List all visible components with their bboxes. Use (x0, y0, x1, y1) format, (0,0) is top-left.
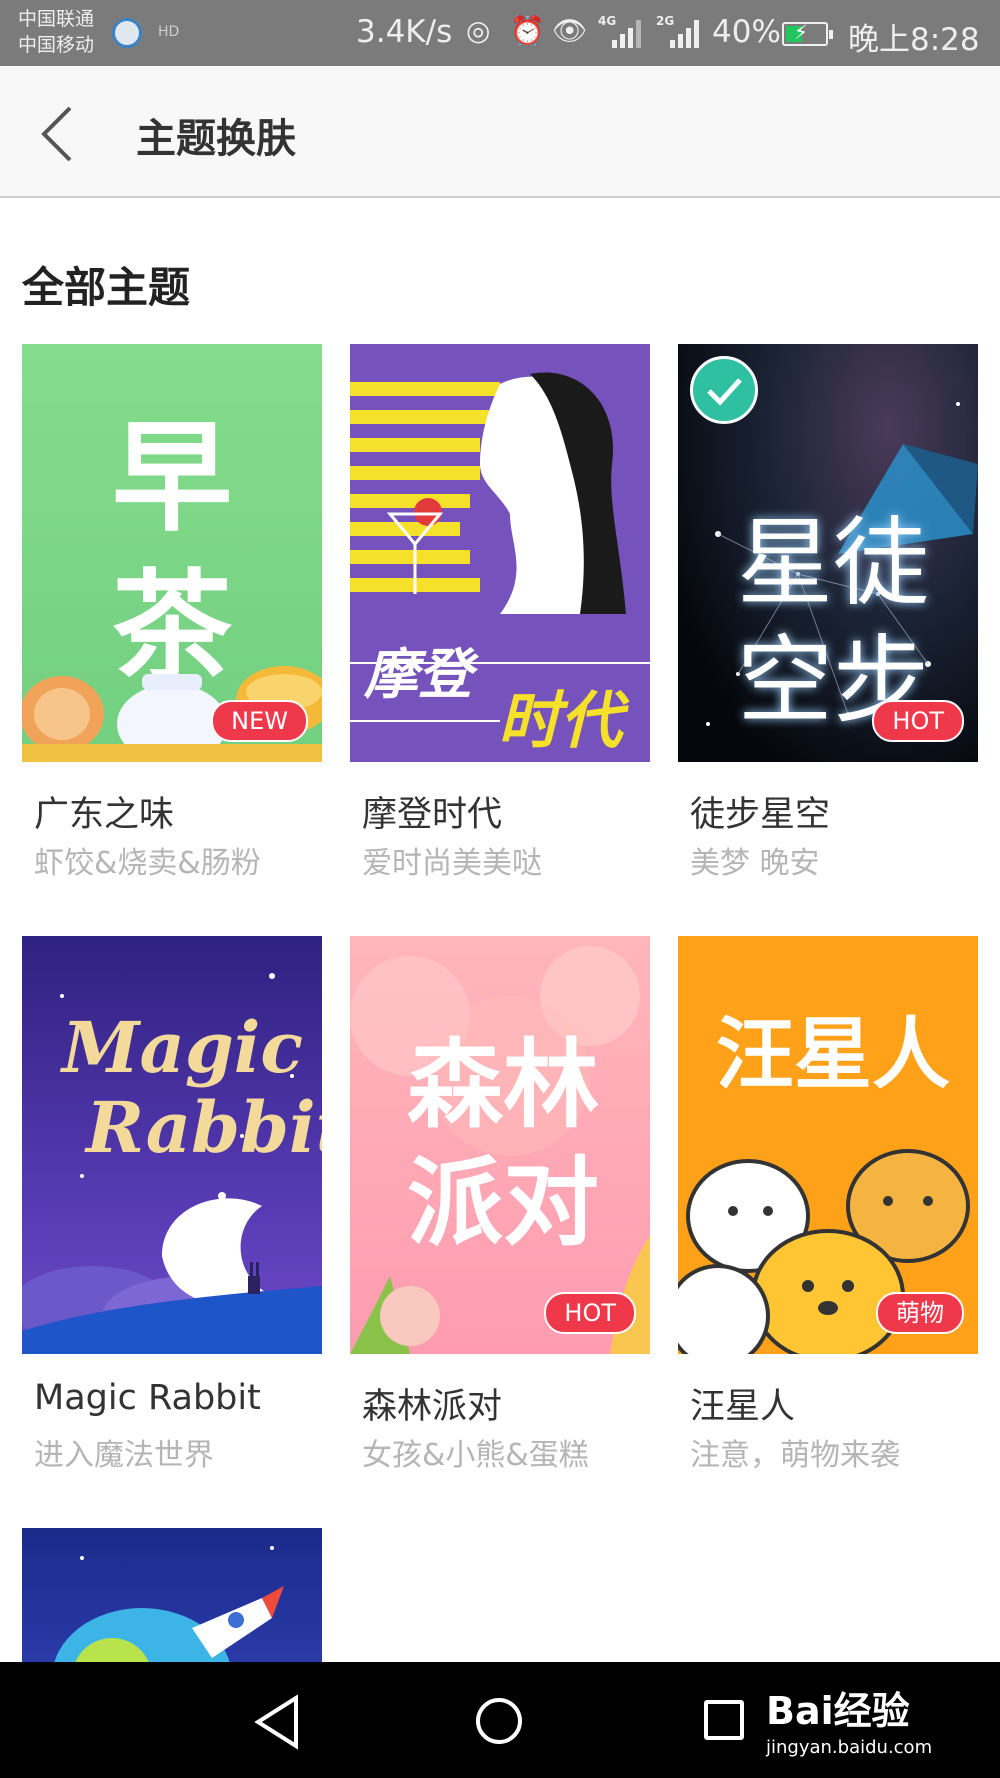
cute-badge: 萌物 (876, 1292, 964, 1334)
theme-thumbnail[interactable]: 森林 派对 HOT (350, 936, 650, 1354)
thumbnail-art-text-2: Rabbit (86, 1086, 322, 1169)
thumbnail-art-text-2: 时代 (498, 684, 623, 757)
theme-name: 广东之味 (34, 795, 175, 835)
app-header: 主题换肤 (0, 66, 1000, 198)
theme-card-starry[interactable]: 星徒 空步 HOT 徒步星空 美梦 晚安 (678, 344, 978, 881)
back-button[interactable] (30, 102, 90, 166)
theme-name: 森林派对 (362, 1387, 503, 1427)
network-speed: 3.4K/s (356, 14, 453, 50)
signal-icon (608, 16, 646, 48)
theme-subtitle: 爱时尚美美哒 (362, 846, 542, 881)
battery-charging-icon: ⚡ (782, 20, 833, 46)
theme-subtitle: 美梦 晚安 (690, 846, 820, 881)
theme-card-doggy[interactable]: 汪星人 萌物 汪星人 注意，萌物来袭 (678, 936, 978, 1473)
watermark-url: jingyan.baidu.com (766, 1737, 933, 1758)
thumbnail-art-text-1: 摩登 (364, 643, 472, 706)
signal-icon-2 (666, 16, 704, 48)
theme-name: 徒步星空 (690, 795, 831, 835)
section-title: 全部主题 (22, 263, 191, 312)
clock: 晚上8:28 (848, 22, 980, 58)
theme-thumbnail[interactable]: 星徒 空步 HOT (678, 344, 978, 762)
theme-thumbnail[interactable]: 汪星人 萌物 (678, 936, 978, 1354)
theme-subtitle: 注意，萌物来袭 (690, 1438, 900, 1473)
eye-comfort-icon: 👁 (552, 14, 588, 47)
status-bar: 中国联通 中国移动 HD 3.4K/s ◎ ⏰ 👁 4G 2G 40% ⚡ 晚上… (0, 0, 1000, 66)
alarm-icon: ⏰ (510, 14, 545, 47)
theme-thumbnail[interactable]: 摩登 时代 (350, 344, 650, 762)
chevron-left-icon (41, 106, 72, 162)
theme-card-magic-rabbit[interactable]: Magic Rabbit Magic Rabbit 进入魔法世界 (22, 936, 322, 1473)
hot-badge: HOT (872, 700, 964, 742)
thumbnail-art-text: 森林 派对 (407, 1029, 599, 1259)
theme-name: 汪星人 (690, 1387, 796, 1427)
carrier-labels: 中国联通 中国移动 (18, 6, 94, 58)
triangle-back-icon (254, 1694, 298, 1750)
theme-card-forest-party[interactable]: 森林 派对 HOT 森林派对 女孩&小熊&蛋糕 (350, 936, 650, 1473)
baidu-watermark: Bai经验 jingyan.baidu.com (766, 1680, 932, 1758)
theme-subtitle: 女孩&小熊&蛋糕 (362, 1438, 589, 1473)
hotspot-icon: ◎ (466, 14, 491, 47)
page-title: 主题换肤 (136, 116, 296, 162)
watermark-brand: Bai经验 (766, 1689, 910, 1733)
hd-icon: HD (158, 24, 180, 40)
theme-thumbnail[interactable]: 早 茶 NEW (22, 344, 322, 762)
nav-recents-button[interactable] (704, 1700, 744, 1740)
theme-card-guangdong[interactable]: 早 茶 NEW 广东之味 虾饺&烧卖&肠粉 (22, 344, 322, 881)
battery-percent: 40% (712, 14, 781, 50)
new-badge: NEW (211, 700, 308, 742)
carrier-1: 中国联通 (18, 8, 95, 30)
theme-thumbnail[interactable] (22, 1528, 322, 1662)
rocket-illustration (54, 1546, 284, 1662)
carrier-2: 中国移动 (18, 34, 95, 56)
selected-check-icon (690, 356, 758, 424)
theme-card-rocket[interactable] (22, 1528, 322, 1662)
system-nav-bar: Bai经验 jingyan.baidu.com (0, 1662, 1000, 1778)
thumbnail-art-text: 汪星人 (715, 1010, 950, 1100)
theme-card-modern[interactable]: 摩登 时代 摩登时代 爱时尚美美哒 (350, 344, 650, 881)
thumbnail-art-text-1: Magic (62, 1006, 304, 1089)
nav-home-button[interactable] (476, 1698, 522, 1744)
theme-name: Magic Rabbit (34, 1378, 261, 1418)
nav-back-button[interactable] (250, 1692, 306, 1752)
hot-badge: HOT (544, 1292, 636, 1334)
theme-thumbnail[interactable]: Magic Rabbit (22, 936, 322, 1354)
browser-app-icon (112, 18, 142, 48)
theme-name: 摩登时代 (362, 795, 503, 835)
theme-subtitle: 虾饺&烧卖&肠粉 (34, 846, 261, 881)
theme-subtitle: 进入魔法世界 (34, 1438, 214, 1473)
